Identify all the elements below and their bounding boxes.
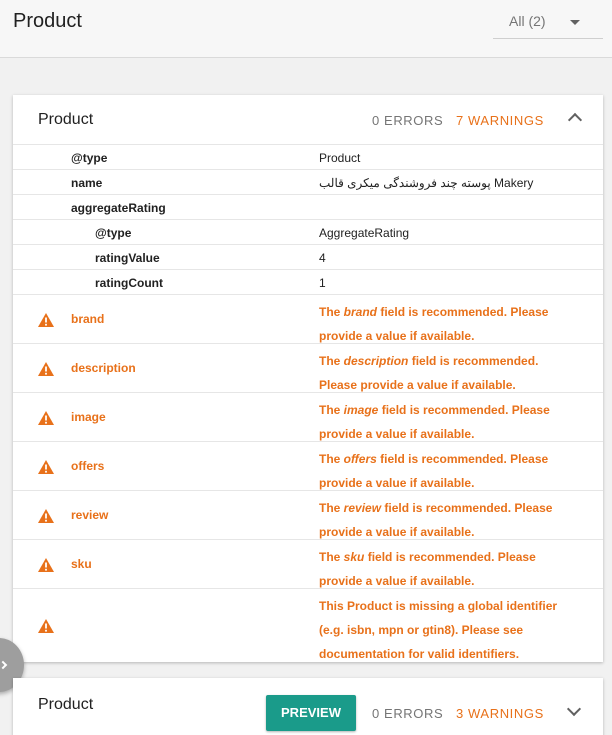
warning-triangle-icon — [38, 509, 54, 523]
warning-message: The image field is recommended. Please p… — [319, 403, 550, 441]
property-value: 4 — [319, 251, 326, 265]
property-row: name پوسته چند فروشندگی میکری قالب Maker… — [13, 170, 603, 195]
property-row: @type Product — [13, 145, 603, 170]
warning-key: image — [71, 410, 106, 424]
card-title: Product — [38, 696, 94, 713]
warning-count: 3 WARNINGS — [456, 706, 544, 721]
warning-message: The offers field is recommended. Please … — [319, 452, 549, 490]
warning-message: The review field is recommended. Please … — [319, 501, 553, 539]
property-key: ratingCount — [95, 276, 163, 290]
property-value: پوسته چند فروشندگی میکری قالب Makery — [319, 176, 534, 190]
warning-message: The description field is recommended. Pl… — [319, 354, 539, 392]
warning-key: review — [71, 508, 109, 522]
warning-key: sku — [71, 557, 92, 571]
warning-triangle-icon — [38, 558, 54, 572]
preview-button[interactable]: PREVIEW — [266, 695, 356, 731]
property-row: ratingValue 4 — [13, 245, 603, 270]
warning-row: description The description field is rec… — [13, 344, 603, 393]
warning-row: offers The offers field is recommended. … — [13, 442, 603, 491]
chevron-up-icon[interactable] — [567, 112, 583, 128]
page-title: Product — [13, 10, 82, 32]
property-key: name — [71, 176, 103, 190]
warning-row: This Product is missing a global identif… — [13, 589, 603, 662]
property-key: ratingValue — [95, 251, 160, 265]
warning-triangle-icon — [38, 362, 54, 376]
product-card-collapsed[interactable]: Product PREVIEW 0 ERRORS 3 WARNINGS — [13, 678, 603, 735]
warning-row: brand The brand field is recommended. Pl… — [13, 295, 603, 344]
property-value: 1 — [319, 276, 326, 290]
property-key: aggregateRating — [71, 201, 166, 215]
property-row: aggregateRating — [13, 195, 603, 220]
warning-row: image The image field is recommended. Pl… — [13, 393, 603, 442]
property-value: Product — [319, 151, 361, 165]
chevron-right-icon — [0, 660, 8, 670]
product-card: Product 0 ERRORS 7 WARNINGS @type Produc… — [13, 95, 603, 662]
results-filter-dropdown[interactable]: All (2) — [493, 5, 603, 39]
warning-triangle-icon — [38, 411, 54, 425]
product-card-header[interactable]: Product 0 ERRORS 7 WARNINGS — [13, 95, 603, 145]
warning-message: The brand field is recommended. Please p… — [319, 305, 549, 343]
property-row: @type AggregateRating — [13, 220, 603, 245]
chevron-down-icon[interactable] — [566, 701, 582, 717]
filter-label: All (2) — [509, 13, 546, 29]
dropdown-caret-icon — [570, 20, 580, 25]
warning-triangle-icon — [38, 313, 54, 327]
property-key: @type — [71, 151, 108, 165]
card-title: Product — [38, 111, 94, 128]
identifier-warning-message: This Product is missing a global identif… — [319, 599, 558, 661]
warning-triangle-icon — [38, 619, 54, 633]
results-header: Product All (2) — [0, 0, 612, 58]
warning-key: description — [71, 361, 136, 375]
warning-row: sku The sku field is recommended. Please… — [13, 540, 603, 589]
property-row: ratingCount 1 — [13, 270, 603, 295]
warning-key: brand — [71, 312, 105, 326]
property-key: @type — [95, 226, 132, 240]
warning-message: The sku field is recommended. Please pro… — [319, 550, 536, 588]
warning-row: review The review field is recommended. … — [13, 491, 603, 540]
error-count: 0 ERRORS — [372, 706, 444, 721]
warning-count: 7 WARNINGS — [456, 113, 544, 128]
error-count: 0 ERRORS — [372, 113, 444, 128]
property-value: AggregateRating — [319, 226, 410, 240]
warning-key: offers — [71, 459, 105, 473]
warning-triangle-icon — [38, 460, 54, 474]
